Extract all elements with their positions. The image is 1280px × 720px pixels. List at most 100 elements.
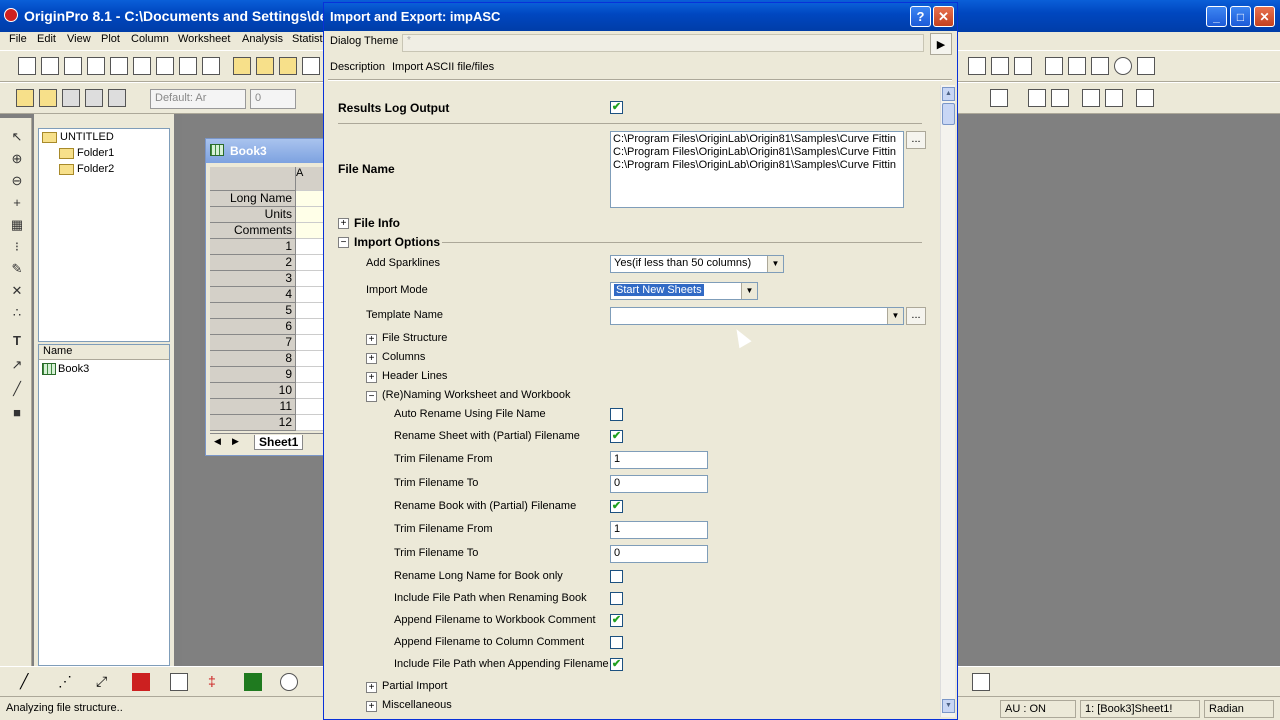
mask-icon[interactable] bbox=[1028, 89, 1046, 107]
open-excel-icon[interactable] bbox=[279, 57, 297, 75]
browse-template-button[interactable]: ... bbox=[906, 307, 926, 325]
swap-icon[interactable] bbox=[1082, 89, 1100, 107]
new-graph-icon[interactable] bbox=[110, 57, 128, 75]
list-item-book3[interactable]: Book3 bbox=[42, 363, 89, 376]
zoom-in-icon[interactable]: ⊕ bbox=[9, 152, 25, 166]
dialog-titlebar[interactable]: Import and Export: impASC ? ✕ bbox=[324, 3, 957, 31]
expand-file-structure-icon[interactable]: + bbox=[366, 334, 377, 345]
theme-menu-arrow-icon[interactable]: ▶ bbox=[930, 33, 952, 55]
rectangle-tool-icon[interactable]: ■ bbox=[9, 406, 25, 420]
import-mode-select[interactable]: Start New Sheets ▼ bbox=[610, 282, 758, 300]
layer-format-icon[interactable] bbox=[62, 89, 80, 107]
new-project-icon[interactable] bbox=[18, 57, 36, 75]
row-header[interactable]: 10 bbox=[210, 383, 296, 399]
menu-worksheet[interactable]: Worksheet bbox=[178, 33, 230, 45]
grid-icon[interactable] bbox=[968, 57, 986, 75]
region-icon[interactable]: ∴ bbox=[9, 306, 25, 320]
book3-titlebar[interactable]: Book3 bbox=[206, 139, 328, 163]
file-name-list[interactable]: C:\Program Files\OriginLab\Origin81\Samp… bbox=[610, 131, 904, 208]
menu-file[interactable]: File bbox=[9, 33, 27, 45]
dialog-close-button[interactable]: ✕ bbox=[933, 6, 954, 27]
sheet-trim-from-input[interactable]: 1 bbox=[610, 451, 708, 469]
new-excel-icon[interactable] bbox=[87, 57, 105, 75]
brush-icon[interactable] bbox=[39, 89, 57, 107]
draw-data-icon[interactable]: ✎ bbox=[9, 262, 25, 276]
row-header-comments[interactable]: Comments bbox=[210, 223, 296, 239]
append-wb-comment-checkbox[interactable]: ✔ bbox=[610, 614, 623, 627]
append-col-comment-checkbox[interactable] bbox=[610, 636, 623, 649]
lock-icon[interactable] bbox=[1136, 89, 1154, 107]
expand-miscellaneous-icon[interactable]: + bbox=[366, 701, 377, 712]
main-close-button[interactable]: ✕ bbox=[1254, 6, 1275, 27]
tree-root-untitled[interactable]: UNTITLED bbox=[42, 131, 114, 143]
menu-edit[interactable]: Edit bbox=[37, 33, 56, 45]
minimize-button[interactable]: _ bbox=[1206, 6, 1227, 27]
results-log-icon[interactable] bbox=[1045, 57, 1063, 75]
dialog-theme-field[interactable]: * bbox=[402, 34, 924, 52]
row-header[interactable]: 2 bbox=[210, 255, 296, 271]
line-plot-icon[interactable]: ╱ bbox=[20, 673, 38, 691]
include-path-rename-checkbox[interactable] bbox=[610, 592, 623, 605]
scroll-down-icon[interactable]: ▼ bbox=[942, 699, 955, 713]
add-sparklines-select[interactable]: Yes(if less than 50 columns) ▼ bbox=[610, 255, 784, 273]
mask-tool-icon[interactable]: ✕ bbox=[9, 284, 25, 298]
row-header-long-name[interactable]: Long Name bbox=[210, 191, 296, 207]
table-icon[interactable] bbox=[1137, 57, 1155, 75]
book3-window[interactable]: Book3 A Long Name Units Comments 1 2 3 4… bbox=[205, 138, 330, 456]
row-header[interactable]: 5 bbox=[210, 303, 296, 319]
chevron-down-icon[interactable]: ▼ bbox=[741, 283, 757, 299]
list-header-name[interactable]: Name bbox=[39, 345, 169, 360]
book-trim-to-input[interactable]: 0 bbox=[610, 545, 708, 563]
row-header[interactable]: 4 bbox=[210, 287, 296, 303]
chevron-down-icon[interactable]: ▼ bbox=[767, 256, 783, 272]
script-window-icon[interactable] bbox=[1068, 57, 1086, 75]
new-layout-icon[interactable] bbox=[179, 57, 197, 75]
corner-cell[interactable] bbox=[210, 167, 296, 191]
zoom-out-icon[interactable]: ⊖ bbox=[9, 174, 25, 188]
menu-statistics[interactable]: Statisti bbox=[292, 33, 325, 45]
rename-sheet-checkbox[interactable]: ✔ bbox=[610, 430, 623, 443]
row-header[interactable]: 12 bbox=[210, 415, 296, 431]
row-header[interactable]: 8 bbox=[210, 351, 296, 367]
new-matrix-icon[interactable] bbox=[133, 57, 151, 75]
row-header[interactable]: 7 bbox=[210, 335, 296, 351]
expand-header-lines-icon[interactable]: + bbox=[366, 372, 377, 383]
open-icon[interactable] bbox=[233, 57, 251, 75]
unmask-icon[interactable] bbox=[1051, 89, 1069, 107]
help-button[interactable]: ? bbox=[910, 6, 931, 27]
chevron-down-icon[interactable]: ▼ bbox=[887, 308, 903, 324]
include-path-append-checkbox[interactable]: ✔ bbox=[610, 658, 623, 671]
menu-analysis[interactable]: Analysis bbox=[242, 33, 283, 45]
new-workbook-icon[interactable] bbox=[64, 57, 82, 75]
screen-reader-icon[interactable]: ⁝ bbox=[9, 240, 25, 254]
project-item-list[interactable]: Name Book3 bbox=[38, 344, 170, 666]
layer-icon[interactable] bbox=[991, 57, 1009, 75]
sheet-trim-to-input[interactable]: 0 bbox=[610, 475, 708, 493]
collapse-import-options-icon[interactable]: − bbox=[338, 237, 349, 248]
new-notes-icon[interactable] bbox=[202, 57, 220, 75]
maximize-button[interactable]: □ bbox=[1230, 6, 1251, 27]
tab-sheet1[interactable]: Sheet1 bbox=[254, 435, 304, 450]
expand-partial-import-icon[interactable]: + bbox=[366, 682, 377, 693]
text-tool-icon[interactable]: T bbox=[9, 334, 25, 348]
statistics-plot-icon[interactable]: ‡ bbox=[208, 673, 226, 691]
dialog-scrollbar[interactable]: ▲ ▼ bbox=[940, 85, 955, 717]
worksheet-grid[interactable]: A Long Name Units Comments 1 2 3 4 5 6 7… bbox=[210, 167, 330, 431]
column-plot-icon[interactable] bbox=[132, 673, 150, 691]
pencil-icon[interactable] bbox=[16, 89, 34, 107]
project-tree[interactable]: UNTITLED Folder1 Folder2 bbox=[38, 128, 170, 342]
menu-plot[interactable]: Plot bbox=[101, 33, 120, 45]
tree-folder1[interactable]: Folder1 bbox=[59, 147, 114, 159]
font-combo[interactable]: Default: Ar bbox=[150, 89, 246, 109]
new-folder-icon[interactable] bbox=[41, 57, 59, 75]
command-window-icon[interactable] bbox=[1091, 57, 1109, 75]
rename-long-name-checkbox[interactable] bbox=[610, 570, 623, 583]
row-header[interactable]: 1 bbox=[210, 239, 296, 255]
scatter-plot-icon[interactable]: ⋰ bbox=[58, 673, 76, 691]
font-size-combo[interactable]: 0 bbox=[250, 89, 296, 109]
pin-icon[interactable] bbox=[85, 89, 103, 107]
save-icon[interactable] bbox=[302, 57, 320, 75]
crosshair-icon[interactable]: + bbox=[9, 196, 25, 210]
template-name-select[interactable]: ▼ bbox=[610, 307, 904, 325]
tab-scroll-left-icon[interactable]: ◀ bbox=[214, 436, 221, 447]
